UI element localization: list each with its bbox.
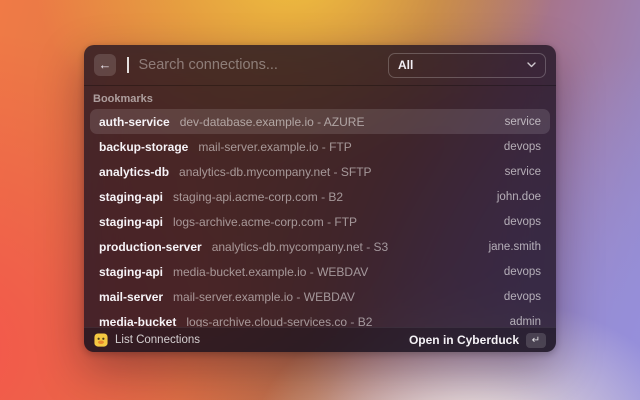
list-item[interactable]: mail-server mail-server.example.io - WEB… [90,284,550,309]
open-in-cyberduck-action[interactable]: Open in Cyberduck ↵ [409,333,546,348]
desktop-background: ← All Bookmarks auth-service dev-databas… [0,0,640,400]
connection-name: production-server [99,240,202,254]
connection-detail: dev-database.example.io - AZURE [180,115,495,129]
connection-user: devops [504,266,541,278]
connection-user: service [505,116,541,128]
connection-detail: logs-archive.cloud-services.co - B2 [186,315,499,328]
list-item[interactable]: media-bucket logs-archive.cloud-services… [90,309,550,327]
connection-detail: media-bucket.example.io - WEBDAV [173,265,494,279]
connection-detail: mail-server.example.io - WEBDAV [173,290,494,304]
list-item[interactable]: staging-api staging-api.acme-corp.com - … [90,184,550,209]
connection-user: jane.smith [489,241,541,253]
connection-user: devops [504,141,541,153]
connection-detail: staging-api.acme-corp.com - B2 [173,190,487,204]
back-button[interactable]: ← [94,54,116,76]
connection-name: staging-api [99,265,163,279]
back-arrow-icon: ← [99,54,112,76]
source-label: List Connections [115,334,200,346]
chevron-down-icon [527,62,536,68]
list-item[interactable]: staging-api media-bucket.example.io - WE… [90,259,550,284]
connection-detail: analytics-db.mycompany.net - S3 [212,240,479,254]
connection-name: mail-server [99,290,163,304]
connection-name: backup-storage [99,140,188,154]
connection-name: analytics-db [99,165,169,179]
connection-user: admin [510,316,541,328]
connection-name: staging-api [99,190,163,204]
action-label: Open in Cyberduck [409,333,519,347]
cyberduck-app-icon [94,333,108,347]
connection-user: service [505,166,541,178]
connection-detail: mail-server.example.io - FTP [198,140,494,154]
connection-user: devops [504,216,541,228]
list-item[interactable]: backup-storage mail-server.example.io - … [90,134,550,159]
section-title: Bookmarks [93,93,547,106]
return-key-icon: ↵ [532,335,540,346]
connection-user: devops [504,291,541,303]
connection-search-panel: ← All Bookmarks auth-service dev-databas… [84,45,556,352]
text-cursor [127,57,129,73]
return-key-badge: ↵ [526,333,546,348]
search-input[interactable] [135,57,383,73]
filter-dropdown[interactable]: All [388,53,546,78]
footer-bar: List Connections Open in Cyberduck ↵ [84,327,556,352]
connection-name: staging-api [99,215,163,229]
connection-name: auth-service [99,115,170,129]
list-item[interactable]: staging-api logs-archive.acme-corp.com -… [90,209,550,234]
list-item[interactable]: auth-service dev-database.example.io - A… [90,109,550,134]
connection-name: media-bucket [99,315,176,328]
filter-selected-value: All [398,58,413,72]
search-header: ← All [84,45,556,86]
connection-user: john.doe [497,191,541,203]
bookmark-list: Bookmarks auth-service dev-database.exam… [84,86,556,327]
connection-detail: analytics-db.mycompany.net - SFTP [179,165,495,179]
connection-detail: logs-archive.acme-corp.com - FTP [173,215,494,229]
list-item[interactable]: production-server analytics-db.mycompany… [90,234,550,259]
list-item[interactable]: analytics-db analytics-db.mycompany.net … [90,159,550,184]
